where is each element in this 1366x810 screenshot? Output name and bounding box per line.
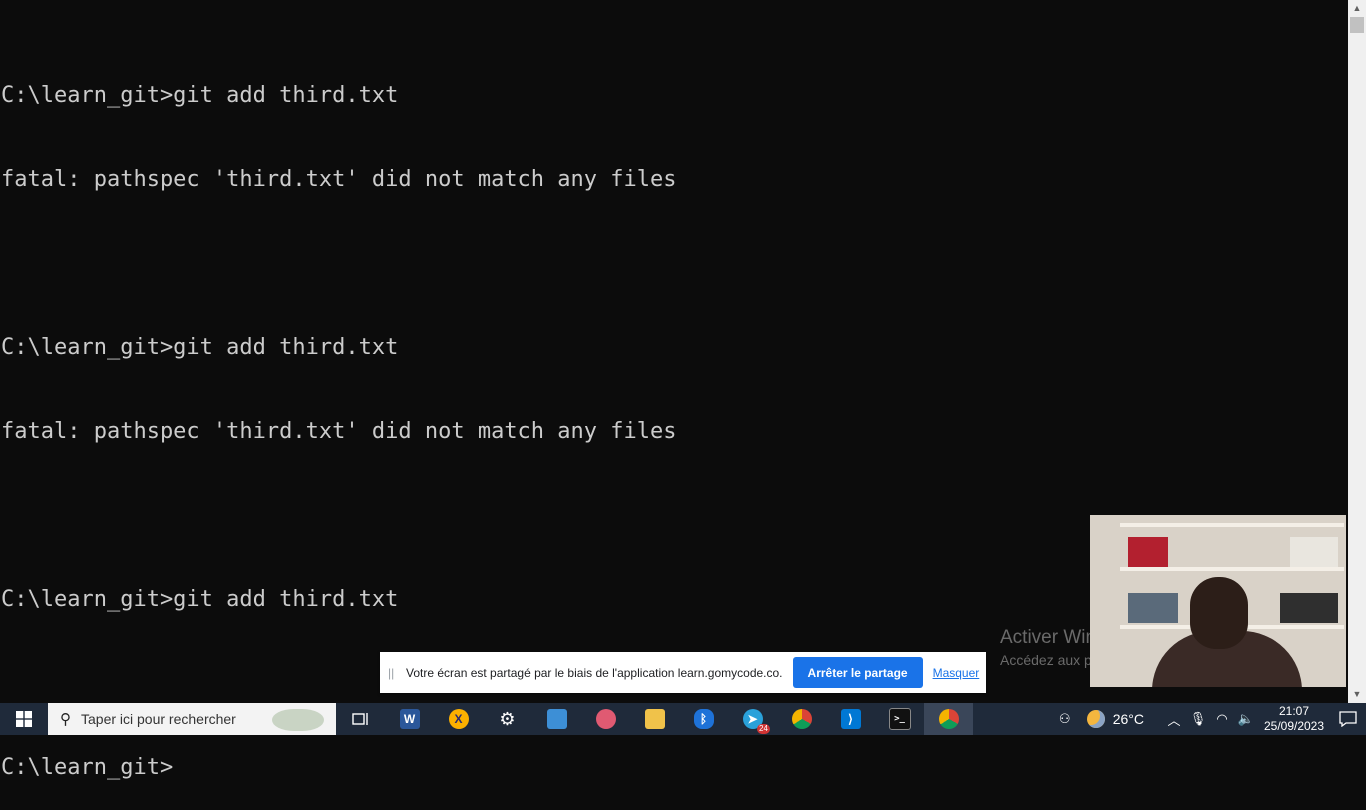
paint-icon bbox=[595, 709, 616, 729]
shelf bbox=[1120, 567, 1344, 571]
microphone-icon[interactable]: 🎙 bbox=[1186, 711, 1210, 727]
vscode-icon: ⟩ bbox=[840, 709, 861, 729]
scroll-down-icon[interactable]: ▼ bbox=[1348, 686, 1366, 703]
vscode-button[interactable]: ⟩ bbox=[826, 703, 875, 735]
weather-widget[interactable]: 26°C bbox=[1086, 710, 1144, 728]
taskbar: ⚲ Taper ici pour rechercher W X ⚙ ᛒ ➤ 24… bbox=[0, 703, 1366, 735]
shelf bbox=[1120, 523, 1344, 527]
books bbox=[1290, 537, 1338, 567]
system-tray: ⚇ 26°C ︿ 🎙 ◠ 🔈 21:07 25/09/2023 bbox=[1053, 703, 1366, 735]
task-view-icon bbox=[351, 713, 368, 725]
person-head bbox=[1190, 577, 1248, 649]
books bbox=[1128, 537, 1168, 567]
terminal-button[interactable]: >_ bbox=[875, 703, 924, 735]
hide-link[interactable]: Masquer bbox=[933, 666, 980, 680]
word-icon: W bbox=[399, 709, 420, 729]
people-icon[interactable]: ⚇ bbox=[1053, 711, 1077, 727]
clock-date: 25/09/2023 bbox=[1263, 719, 1325, 733]
remote-desktop-button[interactable] bbox=[532, 703, 581, 735]
chrome-profile-icon bbox=[791, 709, 812, 729]
notification-icon bbox=[1339, 711, 1357, 727]
chrome-profile-button[interactable] bbox=[777, 703, 826, 735]
books bbox=[1128, 593, 1178, 623]
wifi-icon[interactable]: ◠ bbox=[1210, 711, 1234, 727]
terminal-line: fatal: pathspec 'third.txt' did not matc… bbox=[1, 167, 677, 192]
notification-center-button[interactable] bbox=[1330, 711, 1366, 727]
terminal-line: C:\learn_git>git add third.txt bbox=[1, 335, 399, 360]
weather-temp: 26°C bbox=[1112, 711, 1144, 727]
start-button[interactable] bbox=[0, 703, 48, 735]
settings-button[interactable]: ⚙ bbox=[483, 703, 532, 735]
file-explorer-button[interactable] bbox=[630, 703, 679, 735]
terminal-icon: >_ bbox=[888, 708, 911, 730]
screen-share-bar: || Votre écran est partagé par le biais … bbox=[380, 652, 986, 693]
windows-icon bbox=[16, 711, 32, 727]
stop-sharing-button[interactable]: Arrêter le partage bbox=[792, 657, 923, 688]
paint-button[interactable] bbox=[581, 703, 630, 735]
chrome-icon bbox=[938, 709, 959, 729]
settings-icon: ⚙ bbox=[499, 708, 516, 729]
notification-badge: 24 bbox=[757, 724, 770, 734]
share-message: Votre écran est partagé par le biais de … bbox=[406, 665, 783, 680]
clock[interactable]: 21:07 25/09/2023 bbox=[1258, 704, 1330, 734]
scroll-thumb[interactable] bbox=[1350, 17, 1364, 33]
terminal-scrollbar[interactable]: ▲ ▼ bbox=[1348, 0, 1366, 703]
scroll-up-icon[interactable]: ▲ bbox=[1348, 0, 1366, 17]
task-view-button[interactable] bbox=[336, 703, 385, 735]
terminal-line: C:\learn_git>git add third.txt bbox=[1, 83, 399, 108]
bluetooth-icon: ᛒ bbox=[693, 709, 714, 729]
drag-handle-icon[interactable]: || bbox=[388, 666, 398, 680]
terminal-prompt[interactable]: C:\learn_git> bbox=[0, 754, 1348, 782]
search-highlight-icon bbox=[272, 709, 324, 731]
bluetooth-button[interactable]: ᛒ bbox=[679, 703, 728, 735]
telegram-button[interactable]: ➤ 24 bbox=[728, 703, 777, 735]
chevron-up-icon[interactable]: ︿ bbox=[1162, 710, 1186, 729]
webcam-overlay bbox=[1090, 515, 1346, 687]
search-placeholder: Taper ici pour rechercher bbox=[81, 711, 236, 727]
chrome-button[interactable] bbox=[924, 703, 973, 735]
search-icon: ⚲ bbox=[60, 711, 71, 728]
xampp-icon: X bbox=[448, 709, 469, 729]
word-button[interactable]: W bbox=[385, 703, 434, 735]
terminal-line: fatal: pathspec 'third.txt' did not matc… bbox=[1, 419, 677, 444]
clock-time: 21:07 bbox=[1278, 704, 1310, 718]
weather-icon bbox=[1086, 710, 1105, 728]
xampp-button[interactable]: X bbox=[434, 703, 483, 735]
taskbar-search[interactable]: ⚲ Taper ici pour rechercher bbox=[48, 703, 336, 735]
remote-desktop-icon bbox=[546, 709, 567, 729]
books bbox=[1280, 593, 1338, 623]
file-explorer-icon bbox=[644, 709, 665, 729]
volume-icon[interactable]: 🔈 bbox=[1234, 711, 1258, 727]
